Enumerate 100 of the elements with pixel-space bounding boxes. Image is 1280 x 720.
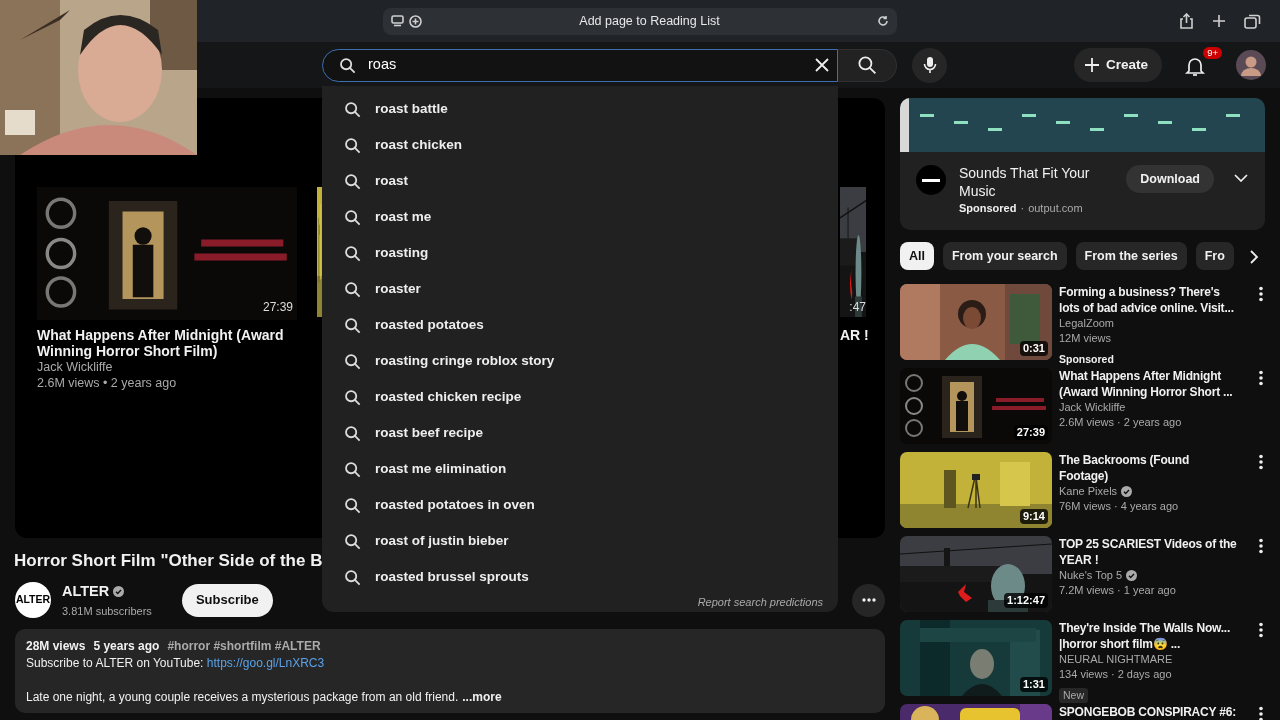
reader-icon <box>391 15 404 27</box>
search-icon <box>344 460 361 478</box>
video-duration: 27:39 <box>1013 425 1048 440</box>
search-icon <box>344 424 361 442</box>
sponsored-label: Sponsored <box>1059 353 1114 365</box>
add-icon <box>409 14 422 28</box>
search-suggestion[interactable]: roasted chicken recipe <box>322 379 838 415</box>
more-icon <box>861 598 876 602</box>
address-text: Add page to Reading List <box>578 12 721 30</box>
advertiser-logo[interactable] <box>916 165 946 195</box>
search-suggestion[interactable]: roast chicken <box>322 127 838 163</box>
video-title[interactable]: TOP 25 SCARIEST Videos of the YEAR ! <box>1059 536 1239 568</box>
video-duration: 1:12:47 <box>1004 593 1048 608</box>
avatar-icon[interactable] <box>1236 50 1267 80</box>
search-icon <box>344 100 361 118</box>
subscribe-button[interactable]: Subscribe <box>181 583 273 617</box>
report-link[interactable]: Report search predictions <box>697 596 823 608</box>
search-suggestion[interactable]: roast battle <box>322 91 838 127</box>
search-suggestion[interactable]: roast me <box>322 199 838 235</box>
channel-logo[interactable]: ALTER <box>15 582 51 618</box>
description-panel[interactable]: 28M views 5 years ago #horror #shortfilm #ALTER Subscribe to ALTER on YouTube: https://goo.gl/LnXRC3 Late one night, a young couple receives a mysterious package from an old friend. ...more <box>15 629 885 713</box>
video-meta: 7.2M views · 1 year ago <box>1059 583 1177 598</box>
search-suggestion[interactable]: roasted brussel sprouts <box>322 559 838 595</box>
filter-chip[interactable]: All <box>900 242 934 270</box>
search-suggestion[interactable]: roast beef recipe <box>322 415 838 451</box>
filter-chip[interactable]: From your search <box>943 242 1067 270</box>
microphone-icon <box>922 56 937 74</box>
clear-icon[interactable] <box>815 58 829 72</box>
video-title: Horror Short Film "Other Side of the B <box>14 550 324 572</box>
description-line: Subscribe to ALTER on YouTube: https://goo.gl/LnXRC3 <box>26 655 326 672</box>
video-title[interactable]: SPONGEBOB CONSPIRACY #6: <box>1059 704 1239 720</box>
search-icon <box>344 244 361 262</box>
search-icon <box>344 136 361 154</box>
search-suggestion[interactable]: roast of justin bieber <box>322 523 838 559</box>
more-options-icon[interactable] <box>1257 538 1265 554</box>
channel-name[interactable]: ALTER <box>62 580 110 603</box>
search-icon <box>857 55 877 75</box>
channel-name: Nuke's Top 5 <box>1059 568 1123 583</box>
video-duration: 0:31 <box>1019 341 1048 356</box>
search-suggestion[interactable]: roast me elimination <box>322 451 838 487</box>
video-meta: 2.6M views · 2 years ago <box>1059 415 1183 430</box>
search-icon <box>344 280 361 298</box>
search-input[interactable]: roas <box>366 53 815 77</box>
more-options-icon[interactable] <box>1257 454 1265 470</box>
search-icon <box>344 532 361 550</box>
search-suggestion[interactable]: roasted potatoes <box>322 307 838 343</box>
search-suggestion[interactable]: roaster <box>322 271 838 307</box>
show-more-link[interactable]: ...more <box>462 689 502 706</box>
search-icon <box>344 388 361 406</box>
ad-title[interactable]: Sounds That Fit Your Music <box>959 164 1127 200</box>
filter-chip[interactable]: From the series <box>1075 242 1187 270</box>
address-bar[interactable]: Add page to Reading List <box>383 7 897 35</box>
notification-count: 9+ <box>1203 47 1223 60</box>
more-options-icon[interactable] <box>1257 286 1265 302</box>
search-icon <box>344 496 361 514</box>
search-suggestion[interactable]: roasting cringe roblox story <box>322 343 838 379</box>
search-suggestion[interactable]: roasting <box>322 235 838 271</box>
video-title[interactable]: The Backrooms (Found Footage) <box>1059 452 1239 484</box>
video-title[interactable]: AR ! <box>840 327 870 343</box>
new-tab-icon[interactable] <box>1212 14 1226 28</box>
channel-name: Jack Wickliffe <box>37 359 114 375</box>
video-title[interactable]: They're Inside The Walls Now... |horror short film😨 ... <box>1059 620 1239 652</box>
search-suggestion[interactable]: roast <box>322 163 838 199</box>
separator: · <box>1020 201 1025 216</box>
search-field[interactable]: roas <box>322 48 838 82</box>
search-icon <box>344 568 361 586</box>
video-meta: 2.6M views • 2 years ago <box>37 375 178 391</box>
search-suggestion[interactable]: roasted potatoes in oven <box>322 487 838 523</box>
more-options-icon[interactable] <box>1257 370 1265 386</box>
more-actions-button[interactable] <box>852 583 885 617</box>
download-button[interactable]: Download <box>1126 165 1214 193</box>
filter-chip[interactable]: Fro <box>1195 242 1234 270</box>
search-button[interactable] <box>838 48 897 82</box>
channel-name: LegalZoom <box>1059 316 1115 331</box>
video-duration: 1:31 <box>1019 677 1048 692</box>
description-link[interactable]: https://goo.gl/LnXRC3 <box>206 656 325 670</box>
description-text: Late one night, a young couple receives a mysterious package from an old friend. <box>26 689 459 706</box>
create-button[interactable]: Create <box>1074 48 1163 82</box>
chevron-down-icon[interactable] <box>1234 174 1248 182</box>
share-icon[interactable] <box>1179 13 1194 29</box>
hashtags[interactable]: #horror #shortfilm #ALTER <box>167 638 321 655</box>
video-title[interactable]: What Happens After Midnight (Award Winning Horror Short ... <box>1059 368 1239 400</box>
chevron-right-icon <box>1248 249 1259 264</box>
view-count: 28M views <box>26 638 86 655</box>
microphone-button[interactable] <box>912 47 947 83</box>
ad-card[interactable]: Sounds That Fit Your Music Sponsored · output.com Download <box>900 98 1265 230</box>
search-icon <box>344 172 361 190</box>
search-icon <box>344 208 361 226</box>
video-meta: 134 views · 2 days ago <box>1059 667 1173 682</box>
video-title[interactable]: Forming a business? There's lots of bad advice online. Visit... <box>1059 284 1239 316</box>
tabs-icon[interactable] <box>1244 13 1261 29</box>
video-title[interactable]: What Happens After Midnight (Award Winning Horror Short Film) <box>37 327 297 359</box>
new-label: New <box>1059 688 1088 703</box>
more-options-icon[interactable] <box>1257 706 1265 720</box>
upload-date: 5 years ago <box>93 638 160 655</box>
channel-name: Jack Wickliffe <box>1059 400 1126 415</box>
video-meta: 76M views · 4 years ago <box>1059 499 1180 514</box>
video-duration: :47 <box>849 299 866 316</box>
video-meta: 12M views <box>1059 331 1112 346</box>
more-options-icon[interactable] <box>1257 622 1265 638</box>
